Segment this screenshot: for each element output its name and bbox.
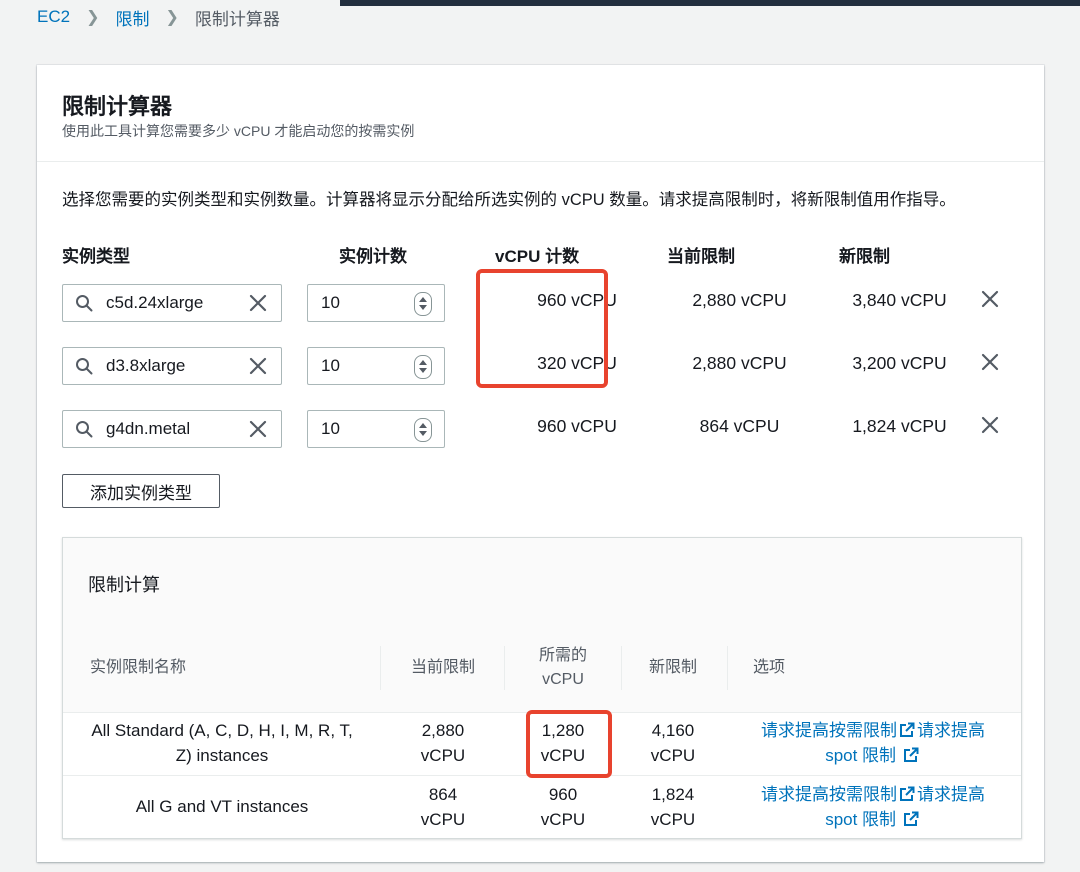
external-link-icon (900, 786, 915, 801)
new-limit: 3,840 vCPU (852, 290, 947, 310)
calc-title: 限制计算 (88, 575, 160, 595)
add-instance-type-button[interactable]: 添加实例类型 (62, 474, 220, 508)
clear-icon[interactable] (248, 419, 268, 439)
current-limit: 2,880 vCPU (692, 290, 787, 310)
column-header-vcpu: vCPU 计数 (495, 247, 580, 266)
request-links: 请求提高按需限制 请求提高 spot 限制 (753, 718, 993, 768)
instance-type-search[interactable]: g4dn.metal (62, 410, 282, 448)
column-header-count: 实例计数 (339, 247, 407, 266)
breadcrumb-limits[interactable]: 限制 (115, 5, 149, 30)
column-header-new-limit: 新限制 (839, 247, 890, 266)
current-limit: 2,880 vCPU (692, 353, 787, 373)
request-ondemand-link[interactable]: 请求提高按需限制 (761, 721, 897, 740)
new-limit-unit: vCPU (650, 746, 696, 765)
current-limit: 864 vCPU (699, 416, 780, 436)
instance-count-value: 10 (321, 356, 340, 375)
request-spot-link[interactable]: 请求提高 (917, 785, 985, 804)
limit-name: All G and VT instances (135, 797, 309, 816)
request-ondemand-link[interactable]: 请求提高按需限制 (761, 785, 897, 804)
calc-table-header: 实例限制名称 当前限制 所需的 vCPU 新限制 选项 (63, 626, 1021, 713)
request-spot-link[interactable]: 请求提高 (917, 721, 985, 740)
instance-count-value: 10 (321, 419, 340, 438)
current-limit-value: 864 (428, 785, 458, 804)
search-icon (76, 358, 93, 375)
highlight-box-vcpu (476, 269, 608, 388)
column-divider (504, 646, 505, 690)
instance-type-value: c5d.24xlarge (106, 293, 204, 312)
column-divider (380, 646, 381, 690)
limits-calculation-panel: 限制计算 实例限制名称 当前限制 所需的 vCPU 新限制 选项 All Sta… (62, 537, 1022, 839)
th-current-limit: 当前限制 (410, 659, 475, 676)
required-vcpu: 960 vCPU (513, 782, 613, 832)
limit-name-line1: All Standard (A, C, D, H, I, M, R, T, (91, 721, 353, 740)
th-options: 选项 (753, 659, 786, 676)
new-limit-value: 4,160 (651, 721, 695, 740)
current-limit-value: 2,880 (421, 721, 465, 740)
limits-calculator-card: 限制计算器 使用此工具计算您需要多少 vCPU 才能启动您的按需实例 选择您需要… (37, 65, 1044, 862)
breadcrumb-current: 限制计算器 (194, 9, 280, 29)
column-divider (621, 646, 622, 690)
request-links: 请求提高按需限制 请求提高 spot 限制 (753, 782, 993, 832)
column-header-instance-type: 实例类型 (62, 247, 130, 266)
instance-count-input[interactable]: 10 (307, 410, 445, 448)
instance-type-search[interactable]: c5d.24xlarge (62, 284, 282, 322)
limit-name-line2: Z) instances (175, 746, 269, 765)
intro-text: 选择您需要的实例类型和实例数量。计算器将显示分配给所选实例的 vCPU 数量。请… (62, 191, 956, 209)
request-spot-link-cont[interactable]: spot 限制 (825, 810, 896, 829)
new-limit: 3,200 vCPU (852, 353, 947, 373)
clear-icon[interactable] (248, 356, 268, 376)
chevron-right-icon: ❯ (86, 9, 100, 26)
current-limit: 2,880 vCPU (393, 718, 493, 768)
column-header-current-limit: 当前限制 (667, 247, 735, 266)
clear-icon[interactable] (248, 293, 268, 313)
remove-icon[interactable] (979, 414, 1001, 436)
required-value: 960 (548, 785, 578, 804)
column-divider (727, 646, 728, 690)
th-limit-name: 实例限制名称 (90, 659, 187, 676)
current-limit-unit: vCPU (420, 746, 466, 765)
chevron-right-icon: ❯ (165, 9, 179, 26)
external-link-icon (900, 722, 915, 737)
new-limit: 1,824 vCPU (852, 416, 947, 436)
search-icon (76, 421, 93, 438)
remove-icon[interactable] (979, 288, 1001, 310)
breadcrumb: EC2 ❯ 限制 ❯ 限制计算器 (37, 4, 280, 30)
th-required-line1: 所需的 (538, 647, 587, 664)
instance-type-value: d3.8xlarge (106, 356, 186, 375)
calc-header: 限制计算 (63, 538, 1021, 627)
breadcrumb-ec2[interactable]: EC2 (37, 7, 70, 27)
stepper-icon[interactable] (414, 355, 432, 379)
stepper-icon[interactable] (414, 292, 432, 316)
required-unit: vCPU (540, 810, 586, 829)
external-link-icon (903, 747, 919, 762)
new-limit: 4,160 vCPU (623, 718, 723, 768)
vcpu-count: 960 vCPU (537, 416, 617, 436)
instance-count-input[interactable]: 10 (307, 284, 445, 322)
request-spot-link-cont[interactable]: spot 限制 (825, 746, 896, 765)
table-row: All G and VT instances 864 vCPU 960 vCPU… (63, 776, 1021, 839)
new-limit-unit: vCPU (650, 810, 696, 829)
th-new-limit: 新限制 (648, 659, 697, 676)
th-required-line2: vCPU (542, 671, 584, 688)
remove-icon[interactable] (979, 351, 1001, 373)
instance-type-search[interactable]: d3.8xlarge (62, 347, 282, 385)
th-required: 所需的 vCPU (513, 644, 613, 692)
card-header: 限制计算器 使用此工具计算您需要多少 vCPU 才能启动您的按需实例 (37, 65, 1044, 162)
page-description: 使用此工具计算您需要多少 vCPU 才能启动您的按需实例 (62, 123, 415, 139)
current-limit: 864 vCPU (393, 782, 493, 832)
instance-row: g4dn.metal 10 960 vCPU 864 vCPU 1,824 vC… (62, 410, 1022, 450)
search-icon (76, 295, 93, 312)
new-limit: 1,824 vCPU (623, 782, 723, 832)
page-title: 限制计算器 (62, 94, 173, 119)
instance-count-input[interactable]: 10 (307, 347, 445, 385)
highlight-box-required (526, 710, 612, 778)
new-limit-value: 1,824 (651, 785, 695, 804)
instance-count-value: 10 (321, 293, 340, 312)
current-limit-unit: vCPU (420, 810, 466, 829)
instance-type-value: g4dn.metal (106, 419, 191, 438)
top-bar-dark (340, 0, 1080, 6)
external-link-icon (903, 811, 919, 826)
limit-name: All Standard (A, C, D, H, I, M, R, T, Z)… (63, 718, 381, 768)
stepper-icon[interactable] (414, 418, 432, 442)
